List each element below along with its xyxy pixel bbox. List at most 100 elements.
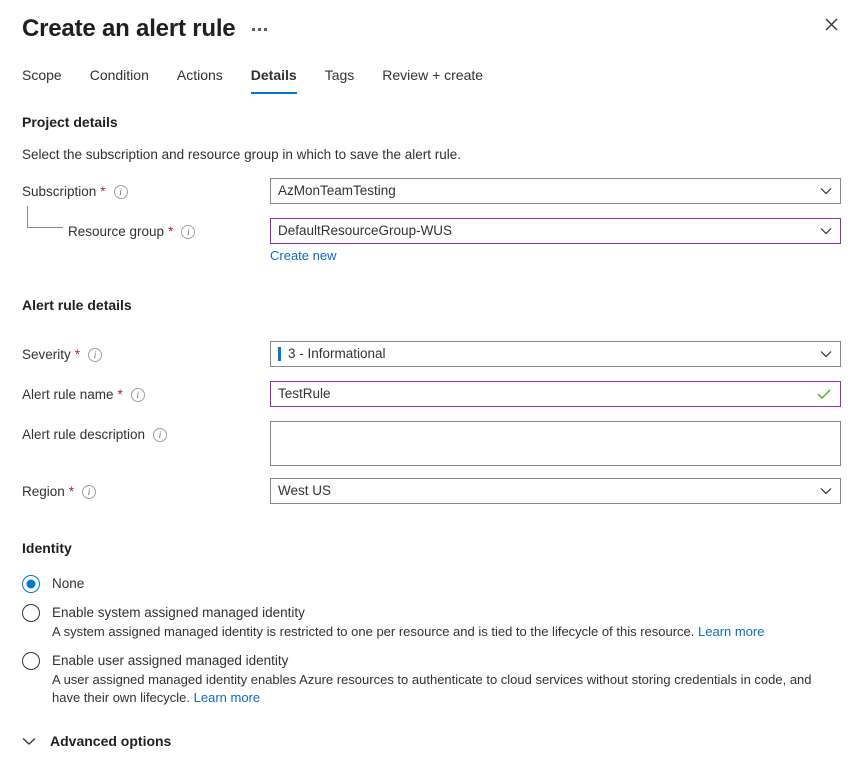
alert-rule-details-heading: Alert rule details bbox=[22, 297, 132, 313]
tab-review-create[interactable]: Review + create bbox=[368, 60, 497, 94]
radio-label: Enable user assigned managed identity bbox=[52, 653, 289, 668]
chevron-down-icon bbox=[820, 187, 832, 195]
radio-icon[interactable] bbox=[22, 604, 40, 622]
field-severity: Severity * i 3 - Informational bbox=[22, 341, 841, 367]
project-details-heading: Project details bbox=[22, 114, 118, 130]
chevron-down-icon bbox=[820, 350, 832, 358]
chevron-down-icon bbox=[820, 487, 832, 495]
alert-rule-description-label: Alert rule description i bbox=[22, 421, 270, 445]
chevron-down-icon bbox=[820, 227, 832, 235]
info-icon[interactable]: i bbox=[130, 388, 145, 402]
alert-rule-name-value: TestRule bbox=[278, 386, 331, 401]
alert-rule-name-input[interactable]: TestRule bbox=[270, 381, 841, 407]
advanced-options-label: Advanced options bbox=[50, 733, 172, 749]
radio-texts: Enable user assigned managed identity A … bbox=[52, 651, 837, 707]
resource-group-label: Resource group * i bbox=[22, 218, 270, 242]
create-new-resource-group-link[interactable]: Create new bbox=[270, 247, 336, 265]
required-asterisk: * bbox=[68, 484, 75, 499]
required-asterisk: * bbox=[100, 184, 106, 199]
severity-label: Severity * i bbox=[22, 341, 270, 365]
severity-dropdown[interactable]: 3 - Informational bbox=[270, 341, 841, 367]
info-icon[interactable]: i bbox=[153, 428, 168, 442]
field-resource-group: Resource group * i DefaultResourceGroup-… bbox=[22, 206, 841, 265]
required-asterisk: * bbox=[74, 347, 81, 362]
resource-group-dropdown[interactable]: DefaultResourceGroup-WUS bbox=[270, 218, 841, 244]
required-asterisk: * bbox=[117, 387, 123, 402]
info-icon[interactable]: i bbox=[82, 485, 97, 499]
region-dropdown[interactable]: West US bbox=[270, 478, 841, 504]
radio-description: A system assigned managed identity is re… bbox=[52, 623, 764, 641]
learn-more-link[interactable]: Learn more bbox=[194, 690, 260, 705]
checkmark-icon bbox=[817, 389, 831, 400]
identity-radio-group: None Enable system assigned managed iden… bbox=[22, 574, 837, 707]
alert-rule-description-textarea[interactable] bbox=[270, 421, 841, 466]
radio-option-none[interactable]: None bbox=[22, 574, 837, 593]
tab-tags[interactable]: Tags bbox=[311, 60, 369, 94]
label-text: Subscription bbox=[22, 184, 97, 199]
subscription-value: AzMonTeamTesting bbox=[278, 183, 396, 198]
tab-label: Review + create bbox=[382, 67, 484, 83]
tab-actions[interactable]: Actions bbox=[163, 60, 237, 94]
radio-texts: None bbox=[52, 574, 84, 593]
alert-rule-name-control: TestRule bbox=[270, 381, 841, 407]
label-text: Severity bbox=[22, 347, 71, 362]
resource-group-control: DefaultResourceGroup-WUS Create new bbox=[270, 218, 841, 265]
tab-scope[interactable]: Scope bbox=[22, 60, 76, 94]
label-text: Alert rule name bbox=[22, 387, 114, 402]
radio-icon[interactable] bbox=[22, 575, 40, 593]
info-icon[interactable]: i bbox=[181, 225, 196, 239]
description-text: A user assigned managed identity enables… bbox=[52, 672, 812, 705]
page-title: Create an alert rule bbox=[22, 15, 236, 42]
radio-label: Enable system assigned managed identity bbox=[52, 605, 305, 620]
tab-label: Scope bbox=[22, 67, 62, 83]
resource-group-value: DefaultResourceGroup-WUS bbox=[278, 223, 453, 238]
tab-details[interactable]: Details bbox=[237, 60, 311, 94]
more-options-icon[interactable] bbox=[249, 26, 270, 33]
alert-rule-name-label: Alert rule name * i bbox=[22, 381, 270, 405]
field-alert-rule-name: Alert rule name * i TestRule bbox=[22, 381, 841, 407]
severity-indicator-bar bbox=[278, 347, 281, 361]
label-text: Resource group bbox=[68, 224, 165, 239]
region-value: West US bbox=[278, 483, 332, 498]
required-asterisk: * bbox=[168, 224, 174, 239]
region-label: Region * i bbox=[22, 478, 270, 502]
project-details-description: Select the subscription and resource gro… bbox=[22, 147, 461, 162]
tab-label: Details bbox=[250, 67, 297, 83]
info-icon[interactable]: i bbox=[113, 185, 128, 199]
description-text: A system assigned managed identity is re… bbox=[52, 624, 698, 639]
radio-option-user-assigned[interactable]: Enable user assigned managed identity A … bbox=[22, 651, 837, 707]
ellipsis-dot bbox=[252, 28, 256, 31]
alert-rule-description-control bbox=[270, 421, 841, 466]
identity-section: Identity None Enable system assigned man… bbox=[22, 538, 837, 707]
info-icon[interactable]: i bbox=[88, 348, 103, 362]
identity-heading: Identity bbox=[22, 540, 72, 556]
tab-condition[interactable]: Condition bbox=[76, 60, 163, 94]
radio-icon[interactable] bbox=[22, 652, 40, 670]
label-text: Alert rule description bbox=[22, 427, 146, 442]
blade-header: Create an alert rule bbox=[0, 0, 859, 44]
radio-texts: Enable system assigned managed identity … bbox=[52, 603, 764, 641]
tab-label: Actions bbox=[176, 67, 223, 83]
field-alert-rule-description: Alert rule description i bbox=[22, 421, 841, 466]
tab-label: Condition bbox=[89, 67, 149, 83]
radio-label: None bbox=[52, 576, 85, 591]
radio-description: A user assigned managed identity enables… bbox=[52, 671, 837, 707]
chevron-down-icon bbox=[22, 737, 36, 746]
severity-control: 3 - Informational bbox=[270, 341, 841, 367]
field-region: Region * i West US bbox=[22, 478, 841, 504]
learn-more-link[interactable]: Learn more bbox=[698, 624, 764, 639]
region-control: West US bbox=[270, 478, 841, 504]
ellipsis-dot bbox=[264, 28, 268, 31]
label-text: Region bbox=[22, 484, 65, 499]
subscription-control: AzMonTeamTesting bbox=[270, 178, 841, 204]
close-icon[interactable] bbox=[817, 10, 845, 38]
severity-value: 3 - Informational bbox=[288, 346, 386, 361]
field-subscription: Subscription * i AzMonTeamTesting bbox=[22, 178, 841, 204]
form-body: Project details Select the subscription … bbox=[0, 112, 859, 749]
tab-bar: Scope Condition Actions Details Tags Rev… bbox=[0, 60, 859, 94]
tab-label: Tags bbox=[324, 67, 355, 83]
subscription-dropdown[interactable]: AzMonTeamTesting bbox=[270, 178, 841, 204]
ellipsis-dot bbox=[258, 28, 262, 31]
radio-option-system-assigned[interactable]: Enable system assigned managed identity … bbox=[22, 603, 837, 641]
advanced-options-toggle[interactable]: Advanced options bbox=[22, 733, 837, 749]
